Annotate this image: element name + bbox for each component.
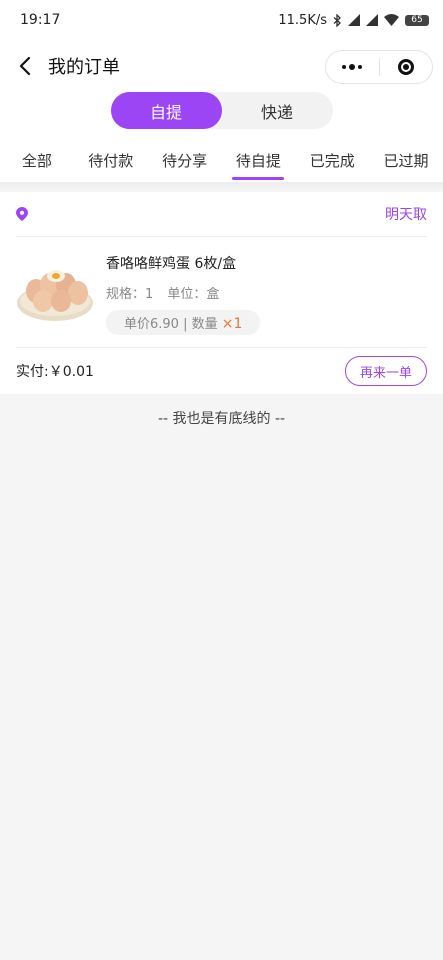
location-pin-icon [16,207,30,221]
order-card[interactable]: 明天取 香咯咯鲜鸡蛋 6枚/盒 规格：1 单位：盒 单价6.90 | 数量 ×1… [0,192,443,394]
pickup-time: 明天取 [385,207,427,223]
product-unit: 单位：盒 [167,287,220,302]
product-spec: 规格：1 [106,287,154,302]
tab-expired[interactable]: 已过期 [369,138,443,182]
product-name: 香咯咯鲜鸡蛋 6枚/盒 [106,256,237,272]
close-button[interactable] [380,51,433,83]
tab-pending-share[interactable]: 待分享 [148,138,222,182]
page-title: 我的订单 [48,57,120,78]
product-image [16,251,94,329]
nav-bar: 我的订单 [0,40,443,92]
signal-icon [348,14,360,26]
order-status-tabs: 全部 待付款 待分享 待自提 已完成 已过期 [0,138,443,182]
delivery-segment: 自提 快递 [110,92,333,129]
paid-amount: 实付:￥0.01 [16,364,94,380]
signal-icon-2 [366,14,378,26]
segment-self-pickup[interactable]: 自提 [110,92,222,129]
price-quantity-badge: 单价6.90 | 数量 ×1 [106,310,261,335]
wifi-icon [384,14,399,26]
bluetooth-icon [333,13,341,27]
tab-pending-payment[interactable]: 待付款 [74,138,148,182]
quantity-value: ×1 [221,316,243,332]
target-icon [397,59,414,75]
network-speed: 11.5K/s [278,12,327,28]
delivery-segment-wrapper: 自提 快递 [0,92,443,138]
more-dots-icon [342,64,363,70]
unit-price-label: 单价6.90 | 数量 [124,317,218,332]
product-info: 香咯咯鲜鸡蛋 6枚/盒 规格：1 单位：盒 单价6.90 | 数量 ×1 [106,251,427,335]
reorder-button[interactable]: 再来一单 [344,356,427,386]
status-indicators: 11.5K/s 65 [278,13,429,28]
order-card-header: 明天取 [16,192,427,237]
product-item[interactable]: 香咯咯鲜鸡蛋 6枚/盒 规格：1 单位：盒 单价6.90 | 数量 ×1 [16,237,427,348]
tab-all[interactable]: 全部 [0,138,74,182]
end-of-list-text: -- 我也是有底线的 -- [157,411,286,427]
tab-pending-pickup[interactable]: 待自提 [221,138,295,182]
battery-icon: 65 [405,14,429,26]
order-card-footer: 实付:￥0.01 再来一单 [16,348,427,394]
chevron-left-icon[interactable] [14,55,36,77]
segment-express[interactable]: 快递 [222,92,333,129]
divider-shadow [0,182,443,190]
status-bar: 19:17 11.5K/s 65 [0,0,443,40]
more-button[interactable] [326,51,379,83]
header-area: 19:17 11.5K/s 65 我的订单 自提 快递 全部 待付款 待分享 待… [0,0,443,182]
tab-completed[interactable]: 已完成 [295,138,369,182]
mini-program-capsule [325,50,433,84]
product-spec-row: 规格：1 单位：盒 [106,283,427,302]
status-time: 19:17 [20,12,61,28]
